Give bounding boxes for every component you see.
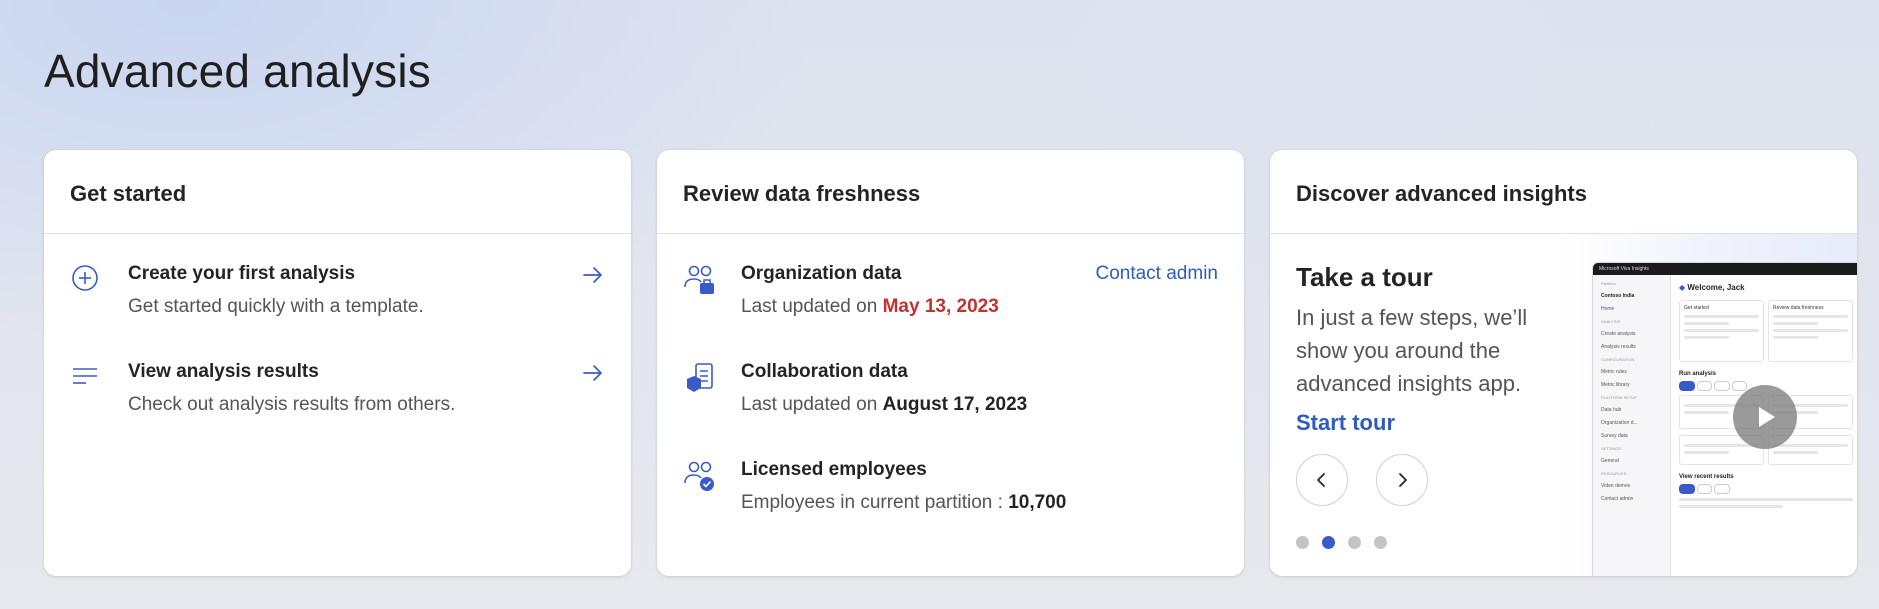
play-video-button[interactable] bbox=[1733, 385, 1797, 449]
get-started-header: Get started bbox=[44, 150, 631, 234]
preview-nav-section: SETTINGS bbox=[1601, 446, 1622, 451]
organization-data-title: Organization data bbox=[741, 263, 902, 284]
list-icon bbox=[70, 361, 104, 395]
view-results-subtitle: Check out analysis results from others. bbox=[128, 394, 456, 415]
organization-data-item: Organization data Last updated on May 13… bbox=[683, 263, 1218, 323]
collaboration-data-item: Collaboration data Last updated on Augus… bbox=[683, 361, 1218, 421]
preview-nav-item: Analysis results bbox=[1601, 344, 1636, 350]
people-check-icon bbox=[683, 459, 717, 493]
carousel-dot[interactable] bbox=[1296, 536, 1309, 549]
discover-insights-header: Discover advanced insights bbox=[1270, 150, 1857, 234]
play-icon bbox=[1759, 407, 1775, 427]
preview-run-analysis: Run analysis bbox=[1679, 371, 1717, 377]
preview-sidebar: Partition Contoso India Home ANALYSIS Cr… bbox=[1593, 275, 1671, 576]
preview-get-started: Get started bbox=[1679, 300, 1764, 362]
previous-slide-button[interactable] bbox=[1296, 454, 1348, 506]
arrow-right-icon[interactable] bbox=[581, 361, 605, 385]
tour-title: Take a tour bbox=[1296, 262, 1433, 292]
view-results-title: View analysis results bbox=[128, 361, 319, 382]
arrow-right-icon[interactable] bbox=[581, 263, 605, 287]
carousel-dots bbox=[1296, 536, 1387, 549]
create-analysis-title: Create your first analysis bbox=[128, 263, 356, 284]
preview-nav-item: Metric library bbox=[1601, 382, 1630, 388]
preview-nav-item: Home bbox=[1601, 306, 1615, 312]
collaboration-icon bbox=[683, 361, 717, 395]
tour-panel: Take a tour In just a few steps, we’ll s… bbox=[1296, 262, 1556, 436]
carousel-dot-active[interactable] bbox=[1322, 536, 1335, 549]
licensed-employees-count: Employees in current partition : 10,700 bbox=[741, 492, 1067, 513]
licensed-employees-title: Licensed employees bbox=[741, 459, 927, 480]
organization-data-updated: Last updated on May 13, 2023 bbox=[741, 296, 999, 317]
preview-nav-section: PLATFORM SETUP bbox=[1601, 395, 1637, 400]
organization-data-date: May 13, 2023 bbox=[882, 296, 999, 317]
collaboration-data-date: August 17, 2023 bbox=[882, 394, 1028, 415]
chevron-left-icon bbox=[1317, 473, 1325, 487]
preview-welcome: ◆ Welcome, Jack bbox=[1679, 283, 1745, 292]
preview-nav-item: Contact admin bbox=[1601, 496, 1634, 502]
tour-preview-image: Microsoft Viva Insights Partition Contos… bbox=[1592, 262, 1857, 576]
preview-nav-item: Metric rules bbox=[1601, 369, 1627, 375]
preview-nav-item: General bbox=[1601, 458, 1619, 464]
carousel-dot[interactable] bbox=[1348, 536, 1361, 549]
chevron-right-icon bbox=[1399, 473, 1407, 487]
preview-nav-section: RESOURCES bbox=[1601, 471, 1627, 476]
preview-review-data: Review data freshness bbox=[1768, 300, 1853, 362]
preview-nav-section: ANALYSIS bbox=[1601, 319, 1621, 324]
data-freshness-card: Review data freshness Organization data … bbox=[657, 150, 1244, 576]
preview-nav-item: Video demos bbox=[1601, 483, 1631, 489]
preview-app-bar: Microsoft Viva Insights bbox=[1593, 263, 1857, 275]
discover-insights-card: Discover advanced insights Take a tour I… bbox=[1270, 150, 1857, 576]
view-results-item[interactable]: View analysis results Check out analysis… bbox=[70, 361, 605, 421]
add-circle-icon bbox=[70, 263, 104, 297]
contact-admin-link[interactable]: Contact admin bbox=[1095, 263, 1218, 285]
collaboration-data-title: Collaboration data bbox=[741, 361, 908, 382]
preview-workspace: Contoso India bbox=[1601, 293, 1635, 299]
start-tour-link[interactable]: Start tour bbox=[1296, 410, 1395, 436]
page-title: Advanced analysis bbox=[44, 45, 431, 97]
tour-description: In just a few steps, we’ll show you arou… bbox=[1296, 305, 1528, 396]
preview-nav-item: Create analysis bbox=[1601, 331, 1636, 337]
collaboration-data-updated: Last updated on August 17, 2023 bbox=[741, 394, 1028, 415]
get-started-card: Get started Create your first analysis G… bbox=[44, 150, 631, 576]
preview-nav-section: CONFIGURATION bbox=[1601, 357, 1635, 362]
preview-nav-item: Survey data bbox=[1601, 433, 1628, 439]
create-analysis-item[interactable]: Create your first analysis Get started q… bbox=[70, 263, 605, 323]
data-freshness-header: Review data freshness bbox=[657, 150, 1244, 234]
next-slide-button[interactable] bbox=[1376, 454, 1428, 506]
preview-recent-results: View recent results bbox=[1679, 474, 1734, 480]
preview-nav-item: Data hub bbox=[1601, 407, 1622, 413]
licensed-employees-value: 10,700 bbox=[1008, 492, 1067, 513]
carousel-dot[interactable] bbox=[1374, 536, 1387, 549]
licensed-employees-item: Licensed employees Employees in current … bbox=[683, 459, 1218, 519]
preview-nav-item: Organization d... bbox=[1601, 420, 1638, 426]
preview-workspace-label: Partition bbox=[1601, 281, 1616, 286]
create-analysis-subtitle: Get started quickly with a template. bbox=[128, 296, 424, 317]
people-building-icon bbox=[683, 263, 717, 297]
